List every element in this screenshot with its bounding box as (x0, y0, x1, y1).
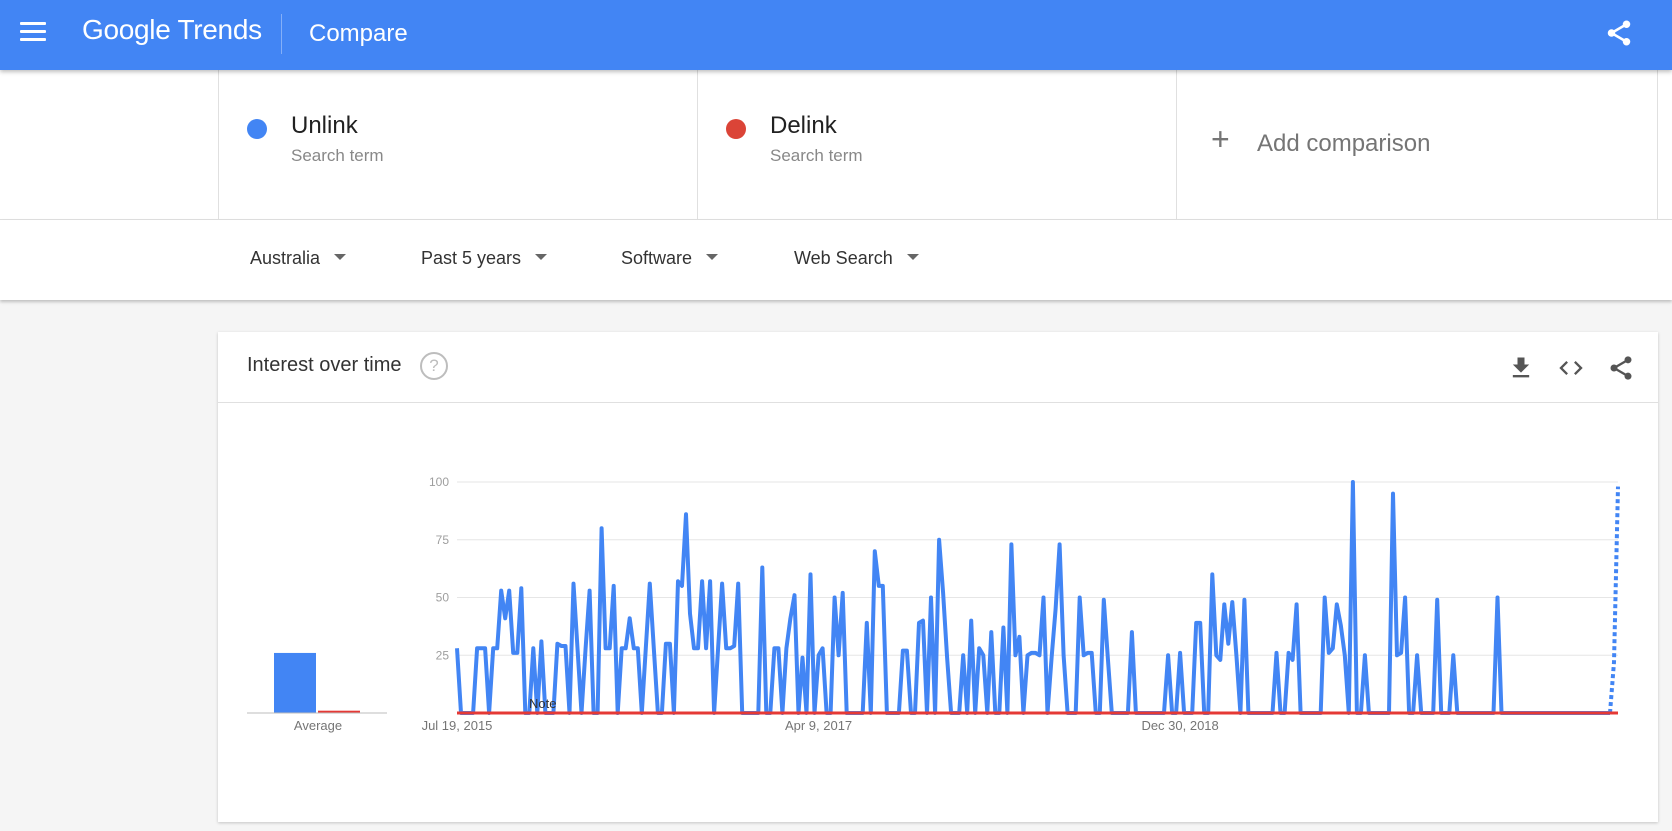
series-line-unlink-partial (1608, 486, 1620, 714)
search-type-value: Web Search (794, 248, 893, 268)
interest-over-time-chart: 25 50 75 100 Jul 19, 2015 Apr 9, 2017 Dec 30, … (247, 475, 1620, 733)
page-title: Compare (309, 20, 408, 47)
series-color-dot (726, 119, 746, 139)
y-tick-label: 25 (436, 648, 450, 662)
category-value: Software (621, 248, 693, 268)
y-tick-label: 75 (436, 533, 450, 547)
x-tick-label: Dec 30, 2018 (1141, 718, 1218, 733)
share-icon[interactable] (1604, 18, 1634, 48)
menu-icon[interactable] (20, 22, 46, 44)
time-range-dropdown[interactable]: Past 5 years (421, 248, 548, 269)
plus-icon: + (1211, 121, 1230, 157)
filters-bar: Australia Past 5 years Software Web Sear… (0, 220, 1672, 300)
dropdown-arrow-icon (706, 254, 719, 261)
series-color-dot (247, 119, 267, 139)
x-tick-label: Jul 19, 2015 (422, 718, 493, 733)
time-range-value: Past 5 years (421, 248, 522, 268)
search-term-card-delink[interactable]: Delink Search term (697, 70, 1177, 219)
search-term-card-unlink[interactable]: Unlink Search term (218, 70, 698, 219)
x-tick-label: Apr 9, 2017 (785, 718, 852, 733)
y-tick-label: 50 (436, 591, 450, 605)
google-trends-logo[interactable]: Google Trends (82, 14, 262, 46)
category-dropdown[interactable]: Software (621, 248, 719, 269)
top-app-bar: Google Trends Compare (0, 0, 1672, 70)
search-term-name: Unlink (291, 112, 358, 139)
dropdown-arrow-icon (906, 254, 919, 261)
region-value: Australia (250, 248, 321, 268)
search-term-type: Search term (770, 146, 863, 165)
dropdown-arrow-icon (535, 254, 548, 261)
header-divider (281, 14, 282, 54)
search-term-type: Search term (291, 146, 384, 165)
average-label: Average (294, 718, 342, 733)
dropdown-arrow-icon (334, 254, 347, 261)
logo-trends-text: Trends (177, 14, 262, 45)
search-type-dropdown[interactable]: Web Search (794, 248, 919, 269)
search-terms-bar: Unlink Search term Delink Search term + … (0, 70, 1672, 220)
add-comparison-label: Add comparison (1257, 130, 1431, 157)
region-dropdown[interactable]: Australia (250, 248, 347, 269)
interest-over-time-card: Interest over time ? 25 50 75 100 Jul 19, 20… (218, 332, 1658, 822)
logo-google-text: Google (82, 14, 171, 45)
y-tick-label: 100 (429, 475, 449, 489)
add-comparison-button[interactable]: + Add comparison (1176, 70, 1658, 219)
average-bar-unlink (274, 652, 316, 713)
note-label: Note (529, 696, 556, 711)
search-term-name: Delink (770, 112, 837, 139)
